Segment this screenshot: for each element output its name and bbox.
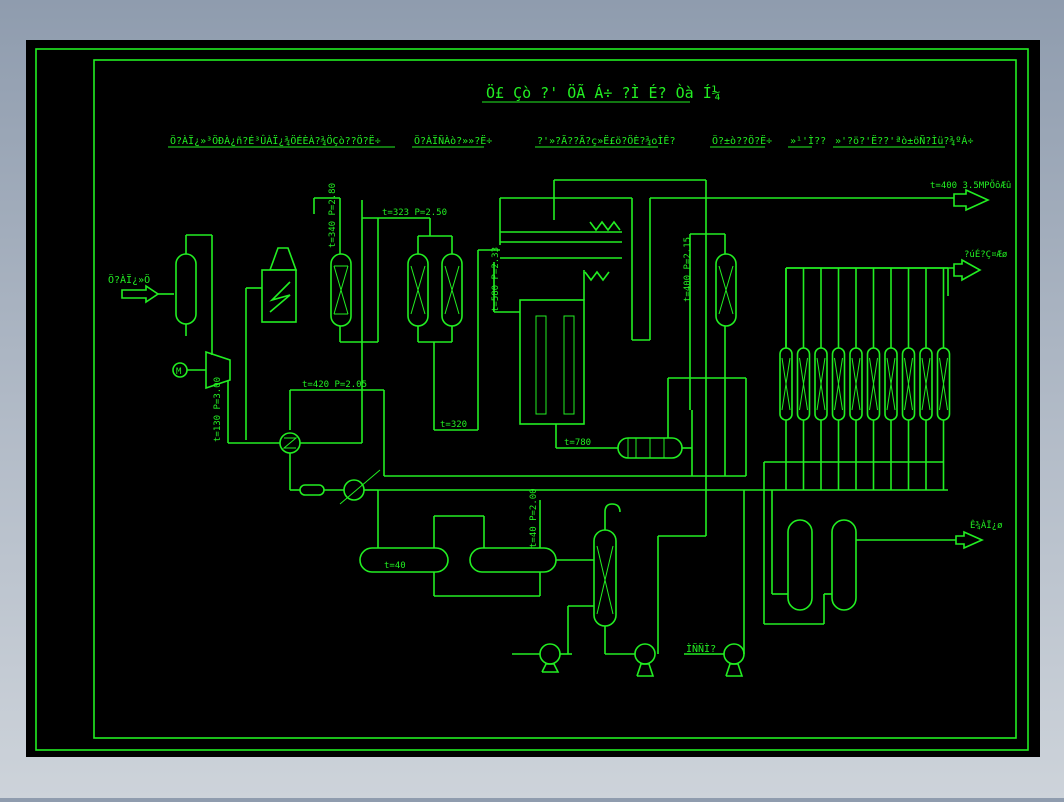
waste-boiler-condition: t=780 xyxy=(564,438,591,448)
reactor-pair-inlet-condition: t=323 P=2.50 xyxy=(382,208,447,218)
header-label-6: »'?ö?'Ë??'ªò±öÑ?Ìü?¾ºÁ÷ xyxy=(835,134,973,147)
shift-converter-condition: t=400 P=2.15 xyxy=(683,237,693,302)
furnace-inlet-condition: t=580 P=2.33 xyxy=(491,247,501,312)
hydrogen-out-label: ?úÉ?Ç¤Æø xyxy=(964,248,1008,260)
header-label-2: Ö?ÀÏÑÀò?»»?Ë÷ xyxy=(414,134,492,147)
separator-condition: t=40 P=2.00 xyxy=(529,488,539,548)
header-label-3: ?'»?Ã??Ã?ç»Ë£ö?ÖÈ?¾oÌÊ? xyxy=(537,134,675,147)
section-header-labels: Ö?ÀÏ¿»³ÖÐÀ¿ñ?É³ÛÀÏ¿¾ÖÉÈÀ?¾ÖÇò??Ö?Ë÷ Ö?ÀÏ… xyxy=(168,134,973,148)
exchanger-loop-condition: t=420 P=2.05 xyxy=(302,380,367,390)
reactor1-condition: t=340 P=2.80 xyxy=(328,183,338,248)
process-flow-diagram: Ö£ Çò ?' ÖÃ Á÷ ?Ì É? Òà Í¼ Ö?ÀÏ¿»³ÖÐÀ¿ñ?… xyxy=(26,40,1040,757)
reactor-pair-outlet-condition: t=320 xyxy=(440,420,467,430)
header-label-4: Ö?±ò??Ö?Ë÷ xyxy=(712,134,772,147)
motor-label: M xyxy=(176,367,182,377)
feed-inlet-label: Ö?ÀÏ¿»Ö xyxy=(108,273,150,286)
pump-3-icon xyxy=(723,643,745,665)
pump-note-label: ÌÑÑÌ? xyxy=(686,642,716,655)
steam-out-label: t=400 3.5MPÕôÆû xyxy=(930,179,1011,191)
pump-1-icon xyxy=(539,643,561,665)
pump-2-icon xyxy=(634,643,656,665)
drawing-title: Ö£ Çò ?' ÖÃ Á÷ ?Ì É? Òà Í¼ xyxy=(486,83,721,102)
cad-viewport: Ö£ Çò ?' ÖÃ Á÷ ?Ì É? Òà Í¼ Ö?ÀÏ¿»³ÖÐÀ¿ñ?… xyxy=(0,0,1064,798)
header-label-5: »¹'Ì?? xyxy=(790,134,826,147)
air-cooler-icon xyxy=(343,479,365,501)
drum1-condition: t=40 xyxy=(384,561,406,571)
product-out-label: Ê¾ÀÏ¿ø xyxy=(970,519,1003,531)
compressor-condition: t=130 P=3.00 xyxy=(213,377,223,442)
header-label-1: Ö?ÀÏ¿»³ÖÐÀ¿ñ?É³ÛÀÏ¿¾ÖÉÈÀ?¾ÖÇò??Ö?Ë÷ xyxy=(170,134,381,147)
